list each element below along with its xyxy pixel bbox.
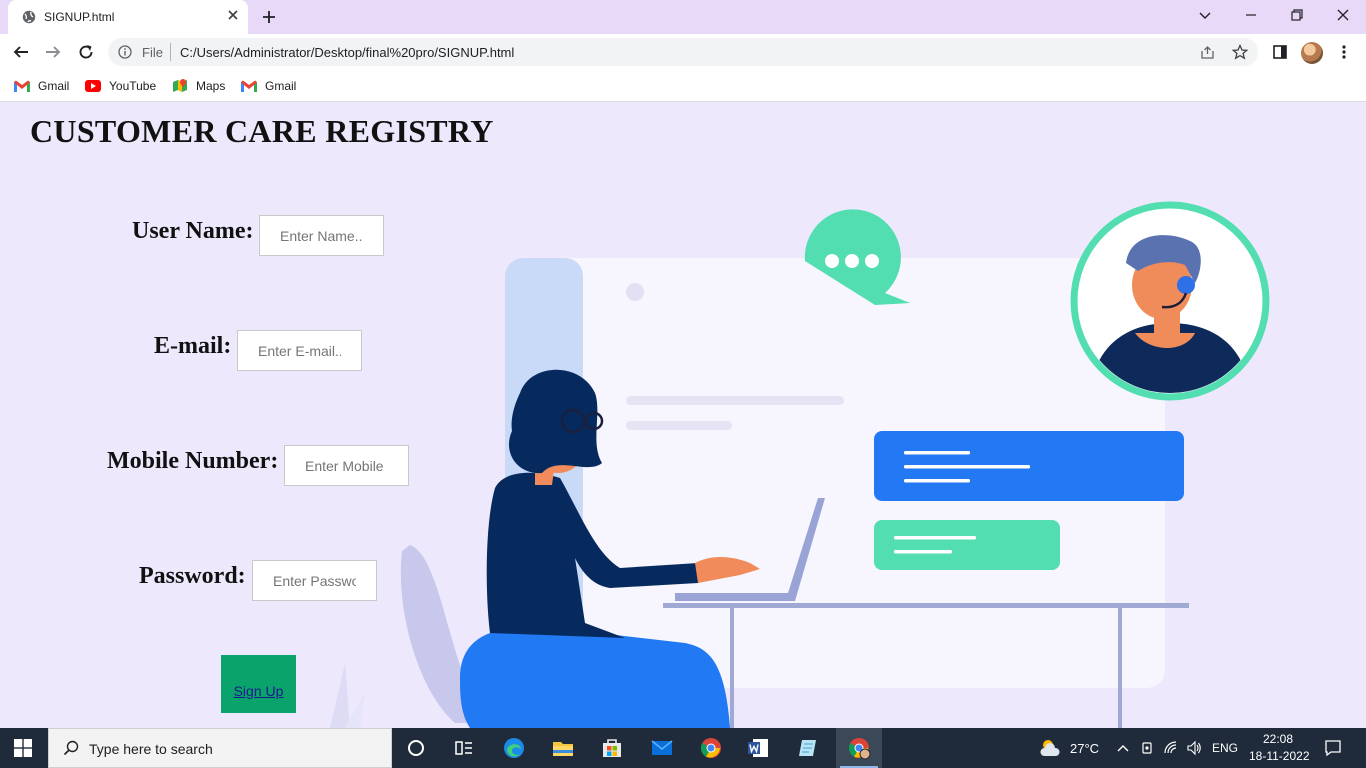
side-panel-icon[interactable] xyxy=(1272,44,1288,60)
wifi-icon[interactable] xyxy=(1163,740,1179,756)
url-text[interactable]: C:/Users/Administrator/Desktop/final%20p… xyxy=(180,45,514,60)
menu-kebab-icon[interactable] xyxy=(1336,44,1352,60)
gmail-icon xyxy=(241,80,257,92)
close-window-icon[interactable] xyxy=(1335,7,1351,23)
email-input[interactable] xyxy=(237,330,362,371)
bookmark-label: YouTube xyxy=(109,79,157,93)
gmail-icon xyxy=(14,80,30,92)
taskbar-search-box[interactable]: Type here to search xyxy=(48,728,392,768)
chrome-active-taskbar-button[interactable] xyxy=(836,728,882,768)
weather-partly-cloudy-icon[interactable] xyxy=(1038,736,1062,760)
back-arrow-icon[interactable] xyxy=(12,43,30,61)
omnibox-divider xyxy=(170,43,171,61)
windows-start-icon[interactable] xyxy=(14,739,32,757)
minimize-icon[interactable] xyxy=(1243,7,1259,23)
bookmark-label: Gmail xyxy=(38,79,70,93)
share-icon[interactable] xyxy=(1200,45,1215,60)
mobile-number-label: Mobile Number: xyxy=(107,448,279,474)
close-tab-icon[interactable] xyxy=(226,8,240,22)
username-label: User Name: xyxy=(132,218,254,244)
clock-time[interactable]: 22:08 xyxy=(1263,732,1293,746)
chrome-profile-icon xyxy=(848,738,871,760)
email-label: E-mail: xyxy=(154,333,232,359)
address-bar[interactable]: File C:/Users/Administrator/Desktop/fina… xyxy=(108,38,1258,66)
bookmark-maps[interactable]: Maps xyxy=(172,78,225,94)
file-explorer-icon[interactable] xyxy=(551,736,575,760)
site-info-icon[interactable] xyxy=(118,45,132,59)
new-tab-icon[interactable] xyxy=(260,8,278,26)
notepad-app-icon[interactable] xyxy=(796,736,820,760)
input-language[interactable]: ENG xyxy=(1212,741,1238,755)
signup-button[interactable]: Sign Up xyxy=(221,655,296,713)
browser-tab-strip: SIGNUP.html xyxy=(0,0,1366,34)
search-icon xyxy=(63,740,79,756)
microsoft-store-icon[interactable] xyxy=(600,736,624,760)
word-icon[interactable] xyxy=(746,736,770,760)
meet-now-icon[interactable] xyxy=(1139,740,1155,756)
profile-avatar[interactable] xyxy=(1301,42,1323,64)
signup-page: CUSTOMER CARE REGISTRY User Name: E-mail… xyxy=(0,103,1366,728)
maps-icon xyxy=(173,79,187,92)
scheme-label: File xyxy=(142,45,163,60)
bookmark-star-icon[interactable] xyxy=(1232,44,1248,60)
password-input[interactable] xyxy=(252,560,377,601)
customer-support-illustration xyxy=(330,201,1270,728)
taskbar-search-placeholder: Type here to search xyxy=(89,741,213,757)
edge-browser-icon[interactable] xyxy=(502,736,526,760)
bookmark-label: Maps xyxy=(196,79,226,93)
mobile-number-input[interactable] xyxy=(284,445,409,486)
widgets-icon[interactable] xyxy=(452,736,476,760)
browser-tab[interactable]: SIGNUP.html xyxy=(8,0,248,34)
restore-icon[interactable] xyxy=(1289,7,1305,23)
username-input[interactable] xyxy=(259,215,384,256)
bookmark-youtube[interactable]: YouTube xyxy=(85,78,156,94)
forward-arrow-icon[interactable] xyxy=(44,43,62,61)
windows-taskbar: Type here to search 27°C ENG 22:08 18-11… xyxy=(0,728,1366,768)
clock-date[interactable]: 18-11-2022 xyxy=(1249,749,1310,763)
bookmarks-bar: Gmail YouTube Maps Gmail xyxy=(0,70,1366,102)
mail-icon[interactable] xyxy=(650,736,674,760)
page-title: CUSTOMER CARE REGISTRY xyxy=(30,113,494,149)
globe-icon xyxy=(22,10,36,24)
weather-temperature[interactable]: 27°C xyxy=(1070,741,1099,756)
task-view-icon[interactable] xyxy=(404,736,428,760)
bookmark-gmail-2[interactable]: Gmail xyxy=(241,78,296,94)
show-hidden-icons-chevron-icon[interactable] xyxy=(1115,740,1131,756)
bookmark-label: Gmail xyxy=(265,79,297,93)
notifications-icon[interactable] xyxy=(1324,739,1342,757)
youtube-icon xyxy=(85,80,101,92)
tab-title: SIGNUP.html xyxy=(44,10,115,24)
chrome-icon[interactable] xyxy=(699,736,723,760)
tab-search-chevron-icon[interactable] xyxy=(1197,7,1213,23)
reload-icon[interactable] xyxy=(77,43,95,61)
bookmark-gmail-1[interactable]: Gmail xyxy=(14,78,69,94)
password-label: Password: xyxy=(139,563,246,589)
volume-icon[interactable] xyxy=(1186,740,1202,756)
browser-toolbar: File C:/Users/Administrator/Desktop/fina… xyxy=(0,34,1366,70)
